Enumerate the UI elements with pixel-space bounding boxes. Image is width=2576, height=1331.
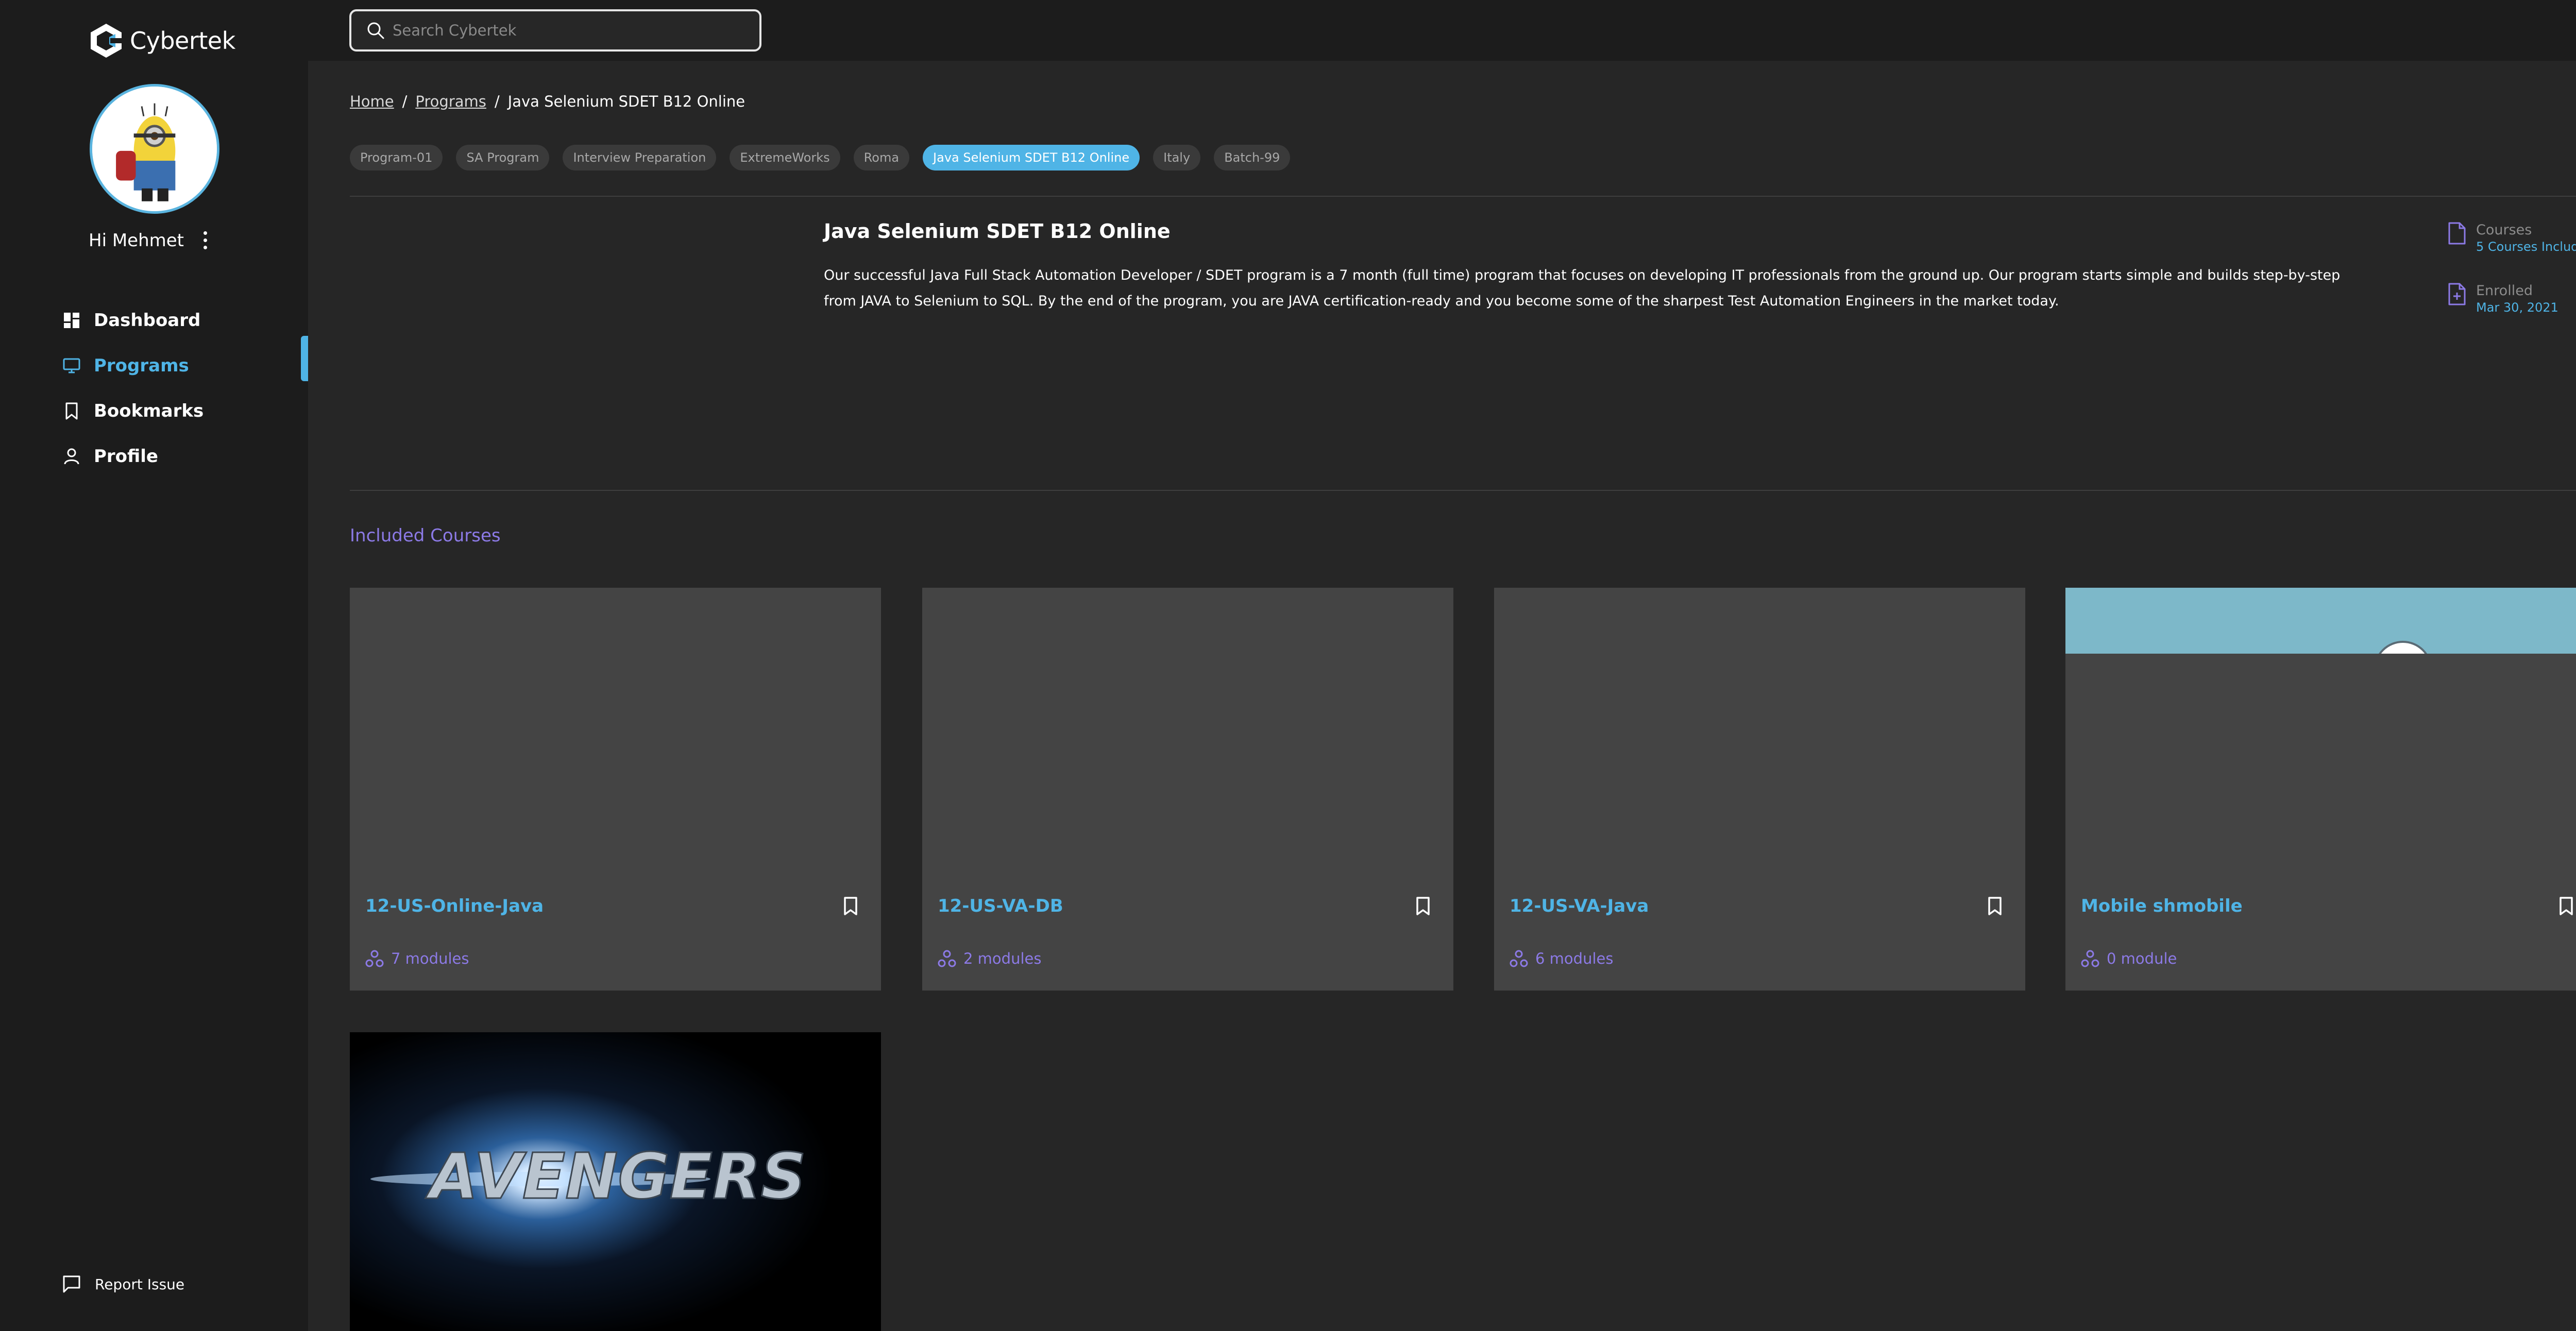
svg-text:AVENGERS: AVENGERS (425, 1140, 806, 1213)
program-tag[interactable]: Program-01 (350, 145, 443, 170)
program-tags: Program-01 SA Program Interview Preparat… (350, 145, 1291, 170)
course-name[interactable]: 12-US-VA-DB (938, 896, 1063, 916)
bookmark-icon[interactable] (1415, 896, 1431, 916)
modules-icon (365, 950, 384, 967)
course-card[interactable]: 12-US-VA-DB 2 modules (922, 588, 1453, 991)
divider (350, 196, 2576, 197)
course-cover-image (2065, 588, 2576, 670)
breadcrumb-current: Java Selenium SDET B12 Online (507, 93, 745, 110)
top-bar (308, 0, 2576, 61)
included-courses-title: Included Courses (350, 525, 501, 546)
program-tag[interactable]: ExtremeWorks (730, 145, 840, 170)
minion-avatar-icon (92, 87, 217, 211)
app-name: Cybertek (130, 27, 235, 55)
bookmark-icon[interactable] (2558, 896, 2574, 916)
user-menu-kebab-icon[interactable] (199, 229, 211, 251)
course-name[interactable]: 12-US-VA-Java (1510, 896, 1649, 916)
sidebar-item-label: Bookmarks (94, 401, 204, 421)
courses-value: 5 Courses Included (2476, 240, 2576, 254)
breadcrumb-home-link[interactable]: Home (350, 93, 394, 110)
course-card[interactable]: 12-US-Online-Java 7 modules (350, 588, 881, 991)
dashboard-icon (62, 311, 81, 330)
avatar[interactable] (90, 84, 219, 214)
sidebar-item-label: Programs (94, 355, 189, 376)
course-card-body (2065, 654, 2576, 991)
program-description: Our successful Java Full Stack Automatio… (824, 267, 2341, 309)
divider (350, 490, 2576, 491)
courses-label: Courses (2476, 222, 2532, 238)
user-greeting: Hi Mehmet (89, 230, 184, 251)
flag-icon (63, 1275, 80, 1293)
course-modules-count: 0 module (2107, 950, 2177, 967)
course-card[interactable]: Mobile shmobile 0 module (2065, 588, 2576, 991)
course-name[interactable]: Mobile shmobile (2081, 896, 2243, 916)
course-modules: 2 modules (938, 949, 1041, 968)
sidebar-item-bookmarks[interactable]: Bookmarks (62, 388, 204, 434)
enrolled-label: Enrolled (2476, 283, 2533, 299)
sidebar-item-label: Dashboard (94, 310, 201, 331)
enrolled-value: Mar 30, 2021 (2476, 300, 2558, 315)
course-modules-count: 6 modules (1535, 950, 1614, 967)
course-card-avengers[interactable]: AVENGERS (350, 1032, 881, 1331)
breadcrumb-separator: / (494, 93, 500, 110)
sidebar-item-programs[interactable]: Programs (62, 343, 204, 388)
program-tag[interactable]: Interview Preparation (563, 145, 717, 170)
course-card[interactable]: 12-US-VA-Java 6 modules (1494, 588, 2025, 991)
search-icon (367, 22, 384, 39)
program-tag[interactable]: Roma (853, 145, 910, 170)
report-issue-label: Report Issue (95, 1275, 185, 1293)
course-modules-count: 7 modules (391, 950, 469, 967)
enrolled-meta: Enrolled Mar 30, 2021 (2447, 282, 2558, 315)
course-modules-count: 2 modules (963, 950, 1042, 967)
modules-icon (2081, 950, 2099, 967)
sidebar: Cybertek Hi Mehmet Dashboard Programs Bo… (0, 0, 308, 1331)
search-input[interactable] (393, 22, 743, 39)
courses-meta: Courses 5 Courses Included (2447, 221, 2576, 254)
program-tag[interactable]: Italy (1153, 145, 1201, 170)
enrolled-document-icon (2448, 283, 2466, 305)
sidebar-nav: Dashboard Programs Bookmarks Profile (62, 298, 204, 479)
program-tag[interactable]: SA Program (456, 145, 550, 170)
app-logo[interactable]: Cybertek (88, 23, 235, 59)
course-modules: 0 module (2081, 949, 2177, 968)
modules-icon (1510, 950, 1528, 967)
sidebar-item-dashboard[interactable]: Dashboard (62, 298, 204, 343)
breadcrumb-programs-link[interactable]: Programs (415, 93, 486, 110)
course-modules: 6 modules (1510, 949, 1613, 968)
avengers-banner-image: AVENGERS (350, 1032, 881, 1331)
program-tag[interactable]: Batch-99 (1214, 145, 1291, 170)
modules-icon (938, 950, 956, 967)
breadcrumb-separator: / (402, 93, 408, 110)
sidebar-item-profile[interactable]: Profile (62, 434, 204, 479)
search-box[interactable] (349, 9, 761, 52)
monitor-icon (62, 356, 81, 376)
user-icon (62, 447, 81, 466)
course-name[interactable]: 12-US-Online-Java (365, 896, 544, 916)
active-nav-indicator (301, 336, 308, 381)
bookmark-icon[interactable] (1987, 896, 2003, 916)
document-icon (2448, 222, 2466, 245)
sidebar-item-label: Profile (94, 446, 158, 467)
bookmark-icon[interactable] (843, 896, 858, 916)
program-title: Java Selenium SDET B12 Online (824, 220, 1171, 243)
bookmark-icon (62, 401, 81, 421)
report-issue-button[interactable]: Report Issue (62, 1274, 184, 1294)
cybertek-logo-icon (91, 24, 123, 58)
program-tag-active[interactable]: Java Selenium SDET B12 Online (923, 145, 1140, 170)
breadcrumb: Home / Programs / Java Selenium SDET B12… (350, 93, 745, 110)
course-modules: 7 modules (365, 949, 469, 968)
